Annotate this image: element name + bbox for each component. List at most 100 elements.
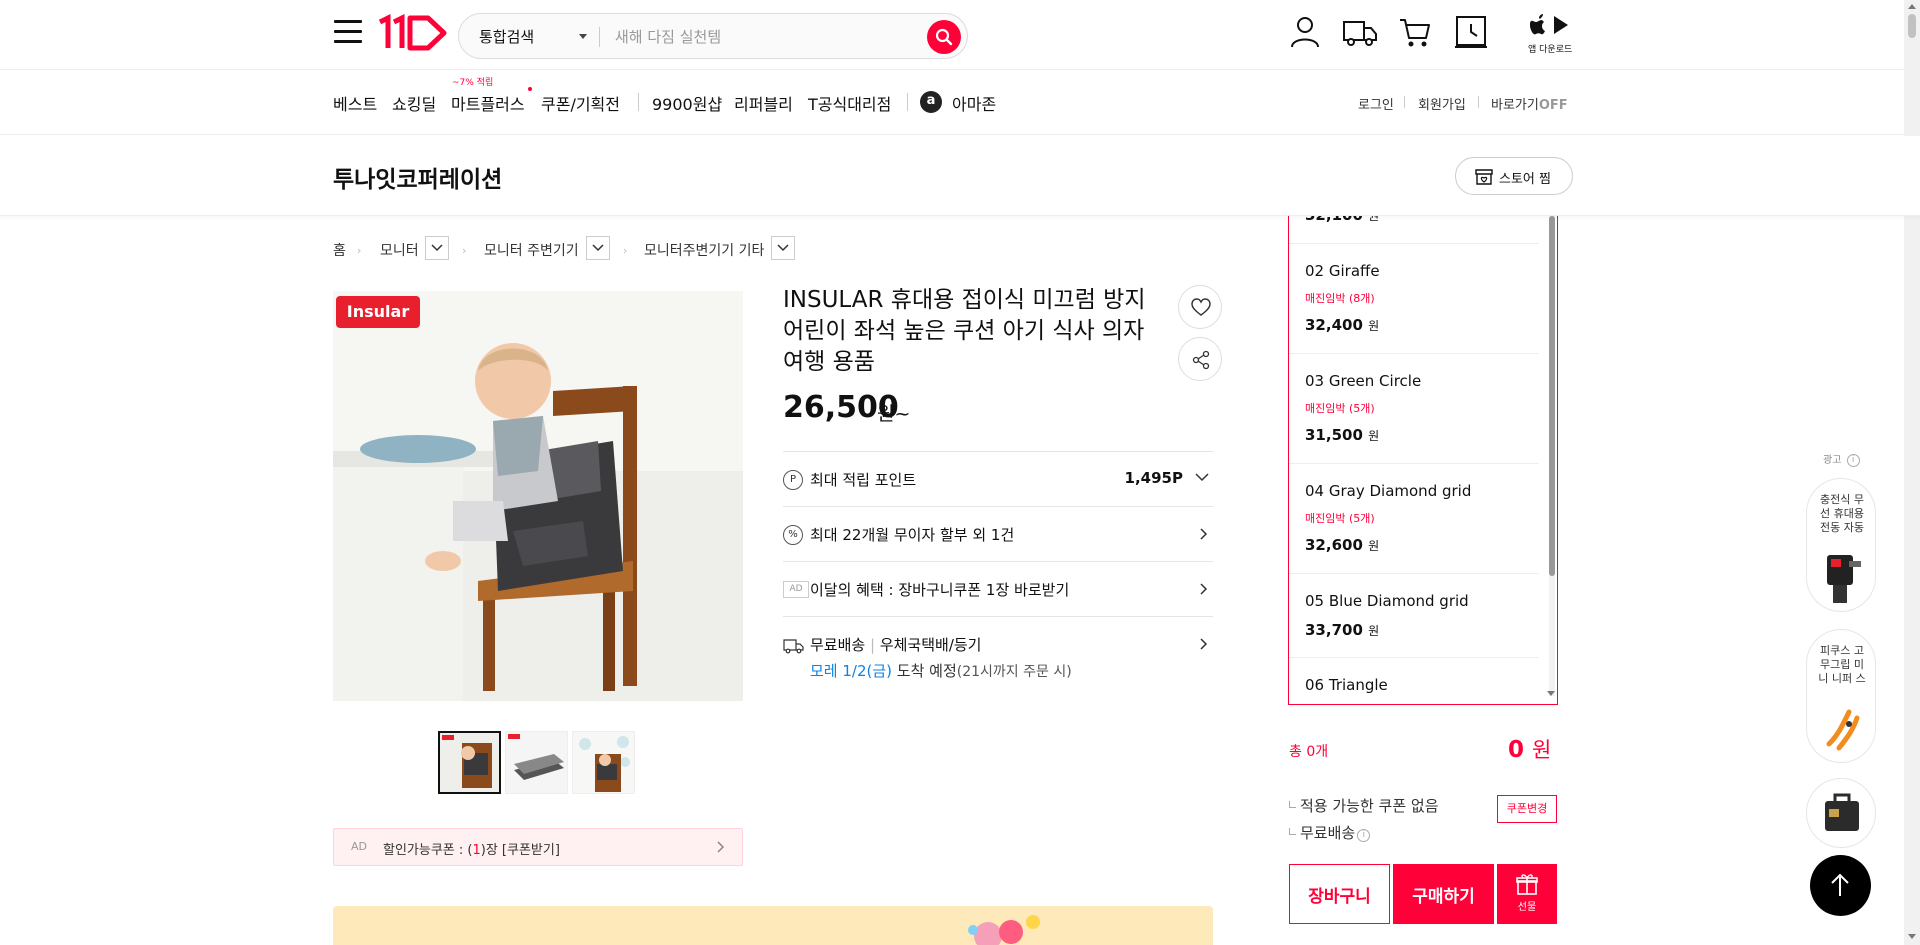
coupon-count: 1 bbox=[472, 843, 481, 858]
recent-icon[interactable] bbox=[1454, 14, 1488, 50]
product-thumbnail[interactable] bbox=[438, 731, 501, 794]
scroll-to-top-button[interactable] bbox=[1810, 855, 1871, 916]
product-thumbnail[interactable] bbox=[572, 731, 635, 794]
page-scrollbar-thumb[interactable] bbox=[1908, 14, 1916, 38]
points-value: 1,495P bbox=[1124, 469, 1183, 487]
promo-banner[interactable] bbox=[333, 906, 1213, 945]
wishlist-button[interactable] bbox=[1178, 285, 1222, 329]
option-item[interactable]: 04 Gray Diamond grid 매진임박 (5개) 32,600 원 bbox=[1289, 464, 1539, 574]
share-button[interactable] bbox=[1178, 337, 1222, 381]
login-link[interactable]: 로그인 bbox=[1358, 94, 1394, 113]
points-row[interactable]: P 최대 적립 포인트 1,495P bbox=[783, 451, 1213, 506]
user-icon[interactable] bbox=[1288, 14, 1322, 50]
shortcut-toggle[interactable]: 바로가기OFF bbox=[1491, 94, 1568, 113]
menu-icon[interactable] bbox=[334, 20, 362, 46]
scroll-down-icon[interactable] bbox=[1908, 934, 1916, 939]
breadcrumb-level1[interactable]: 모니터 bbox=[380, 240, 419, 260]
option-item[interactable]: 02 Giraffe 매진임박 (8개) 32,400 원 bbox=[1289, 244, 1539, 354]
option-item[interactable]: 05 Blue Diamond grid 33,700 원 bbox=[1289, 574, 1539, 658]
chevron-down-icon bbox=[431, 244, 443, 252]
rail-ad-image bbox=[1825, 793, 1859, 831]
global-nav: 베스트 쇼킹딜 ~7% 적립 마트플러스 쿠폰/기획전 9900원샵 리퍼블리 … bbox=[0, 71, 1920, 135]
util-divider bbox=[1404, 96, 1405, 108]
site-logo[interactable] bbox=[376, 13, 448, 54]
benefit-row[interactable]: AD 이달의 혜택 : 장바구니쿠폰 1장 바로받기 bbox=[783, 561, 1213, 616]
shortcut-state: OFF bbox=[1538, 98, 1568, 113]
product-thumbnail[interactable] bbox=[505, 731, 568, 794]
breadcrumb-dropdown[interactable] bbox=[586, 236, 610, 260]
installment-row[interactable]: % 최대 22개월 무이자 할부 외 1건 bbox=[783, 506, 1213, 561]
chevron-right-icon: › bbox=[462, 244, 467, 257]
free-shipping-line: 무료배송 i bbox=[1289, 822, 1371, 843]
total-count: 총 0개 bbox=[1289, 744, 1329, 760]
app-download-icon bbox=[1529, 14, 1568, 35]
option-price: 33,700 원 bbox=[1305, 621, 1380, 639]
gnb-t-official[interactable]: T공식대리점 bbox=[808, 91, 891, 115]
scroll-up-icon[interactable] bbox=[1908, 4, 1916, 9]
coupon-status: 적용 가능한 쿠폰 없음 bbox=[1289, 795, 1439, 816]
product-main-image[interactable]: Insular bbox=[333, 291, 743, 701]
percent-icon: % bbox=[783, 525, 803, 545]
gnb-refurbly[interactable]: 리퍼블리 bbox=[734, 91, 793, 115]
coupon-text: 할인가능쿠폰 : (1)장 [쿠폰받기] bbox=[383, 843, 560, 858]
app-download-link[interactable]: 앱 다운로드 bbox=[1528, 14, 1572, 56]
truck-icon[interactable] bbox=[1342, 14, 1377, 50]
info-icon[interactable]: i bbox=[1357, 829, 1371, 842]
gnb-amazon[interactable]: 아마존 bbox=[952, 91, 996, 115]
chevron-down-icon bbox=[777, 244, 789, 252]
breadcrumb-home[interactable]: 홈 bbox=[333, 240, 346, 260]
coupon-change-button[interactable]: 쿠폰변경 bbox=[1497, 795, 1557, 823]
option-item[interactable]: 03 Green Circle 매진임박 (5개) 31,500 원 bbox=[1289, 354, 1539, 464]
option-stock: 매진임박 (8개) bbox=[1305, 292, 1375, 305]
gnb-coupon[interactable]: 쿠폰/기획전 bbox=[541, 91, 620, 115]
cart-icon[interactable] bbox=[1398, 14, 1432, 50]
search-button[interactable] bbox=[927, 20, 961, 54]
chevron-right-icon bbox=[1200, 583, 1208, 595]
join-link[interactable]: 회원가입 bbox=[1418, 94, 1466, 113]
gnb-best[interactable]: 베스트 bbox=[333, 91, 377, 115]
add-to-cart-button[interactable]: 장바구니 bbox=[1289, 864, 1390, 924]
search-icon bbox=[935, 28, 953, 46]
amazon-icon: a bbox=[920, 91, 942, 113]
option-price: 32,400 원 bbox=[1305, 316, 1380, 334]
rail-ad-image bbox=[1826, 709, 1860, 751]
gnb-9900-shop[interactable]: 9900원샵 bbox=[652, 91, 722, 115]
breadcrumb-dropdown[interactable] bbox=[771, 236, 795, 260]
scroll-down-icon[interactable] bbox=[1547, 691, 1555, 696]
search-category-select[interactable]: 통합검색 bbox=[479, 26, 534, 47]
delivery-row[interactable]: 무료배송 | 우체국택배/등기 모레 1/2(금) 도착 예정(21시까지 주문… bbox=[783, 616, 1213, 696]
ad-tag: AD bbox=[783, 581, 809, 598]
app-download-label: 앱 다운로드 bbox=[1528, 45, 1573, 55]
rail-ad-item[interactable]: 피쿠스 고무그립 미니 니퍼 스 bbox=[1806, 629, 1876, 763]
delivery-note: (21시까지 주문 시) bbox=[956, 664, 1072, 680]
store-name[interactable]: 투나잇코퍼레이션 bbox=[333, 160, 502, 194]
rail-ad-item[interactable]: 충전식 무선 휴대용 전동 자동 bbox=[1806, 478, 1876, 612]
option-price: 32,600 원 bbox=[1305, 536, 1380, 554]
breadcrumb-dropdown[interactable] bbox=[425, 236, 449, 260]
ad-label: AD bbox=[351, 840, 367, 853]
gnb-shocking-deal[interactable]: 쇼킹딜 bbox=[392, 91, 436, 115]
option-list[interactable]: 32,100 원 02 Giraffe 매진임박 (8개) 32,400 원 0… bbox=[1288, 200, 1558, 705]
chevron-right-icon bbox=[1200, 528, 1208, 540]
delivery-method: 우체국택배/등기 bbox=[879, 636, 982, 654]
store-fav-button[interactable]: 스토어 찜 bbox=[1455, 157, 1573, 195]
rail-ad-item[interactable] bbox=[1806, 778, 1876, 848]
search-input[interactable] bbox=[615, 22, 895, 52]
rail-ad-image bbox=[1827, 555, 1861, 603]
option-scrollbar-thumb[interactable] bbox=[1549, 216, 1555, 576]
search-box: 통합검색 bbox=[458, 13, 968, 59]
breadcrumb-level2[interactable]: 모니터 주변기기 bbox=[484, 240, 579, 260]
chevron-down-icon[interactable] bbox=[579, 34, 587, 39]
chevron-right-icon: › bbox=[623, 244, 628, 257]
breadcrumb-level3[interactable]: 모니터주변기기 기타 bbox=[644, 240, 764, 260]
gnb-mart-plus[interactable]: 마트플러스 bbox=[451, 91, 525, 115]
share-icon bbox=[1192, 350, 1210, 370]
buy-now-button[interactable]: 구매하기 bbox=[1393, 864, 1494, 924]
total-price: 0 원 bbox=[1508, 737, 1552, 763]
benefit-label: 이달의 혜택 : 장바구니쿠폰 1장 바로받기 bbox=[810, 581, 1070, 599]
option-item[interactable]: 06 Triangle bbox=[1289, 658, 1539, 704]
coupon-download-strip[interactable]: AD 할인가능쿠폰 : (1)장 [쿠폰받기] bbox=[333, 828, 743, 866]
option-name: 06 Triangle bbox=[1305, 676, 1388, 694]
gift-button[interactable]: 선물 bbox=[1497, 864, 1557, 924]
info-icon[interactable]: i bbox=[1846, 454, 1860, 467]
